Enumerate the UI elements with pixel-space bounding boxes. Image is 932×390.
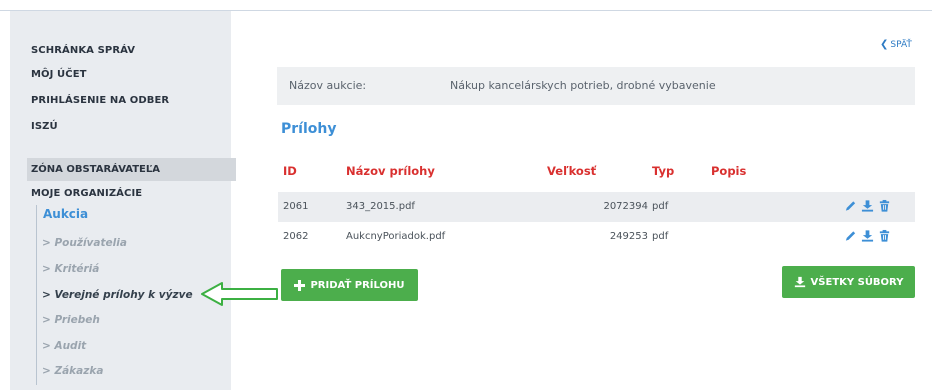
back-label: SPÄŤ xyxy=(890,40,912,50)
cell-type: pdf xyxy=(652,201,669,212)
table-row: 2061 343_2015.pdf 2072394 pdf xyxy=(278,192,915,222)
cell-size: 2072394 xyxy=(603,201,648,212)
pencil-icon[interactable] xyxy=(844,229,857,243)
col-header-size: Veľkosť xyxy=(547,164,597,178)
trash-icon[interactable] xyxy=(878,229,891,243)
nav-inbox[interactable]: SCHRÁNKA SPRÁV xyxy=(31,45,135,56)
subnav-audit[interactable]: > Audit xyxy=(42,340,86,352)
download-icon xyxy=(794,276,805,288)
subnav-progress[interactable]: > Priebeh xyxy=(42,314,100,326)
back-link[interactable]: ❮ SPÄŤ xyxy=(880,39,912,50)
col-header-id: ID xyxy=(283,164,297,178)
subnav-contract[interactable]: > Zákazka xyxy=(42,365,103,377)
auction-name-value: Nákup kancelárskych potrieb, drobné vyba… xyxy=(450,79,716,92)
subnav-public-attachments[interactable]: > Verejné prílohy k výzve xyxy=(42,289,193,301)
auction-info: Názov aukcie: Nákup kancelárskych potrie… xyxy=(277,67,915,105)
nav-contracting-zone[interactable]: ZÓNA OBSTARÁVATEĽA xyxy=(27,158,236,181)
pointer-arrow-icon xyxy=(201,282,278,306)
nav-auction[interactable]: Aukcia xyxy=(43,207,88,221)
nav-contracting-zone-label: ZÓNA OBSTARÁVATEĽA xyxy=(31,164,160,175)
auction-name-label: Názov aukcie: xyxy=(289,79,367,92)
cell-name: 343_2015.pdf xyxy=(346,201,415,212)
nav-subscription[interactable]: PRIHLÁSENIE NA ODBER xyxy=(31,95,169,106)
sidebar xyxy=(10,11,231,390)
add-attachment-button[interactable]: PRIDAŤ PRÍLOHU xyxy=(281,269,418,301)
col-header-name: Názov prílohy xyxy=(346,164,435,178)
plus-icon xyxy=(294,279,306,291)
pencil-icon[interactable] xyxy=(844,199,857,213)
trash-icon[interactable] xyxy=(878,199,891,213)
subnav-criteria[interactable]: > Kritériá xyxy=(42,263,99,275)
cell-type: pdf xyxy=(652,231,669,242)
col-header-desc: Popis xyxy=(711,164,747,178)
table-row: 2062 AukcnyPoriadok.pdf 249253 pdf xyxy=(278,222,915,252)
section-title: Prílohy xyxy=(281,121,337,137)
subnav-line xyxy=(36,205,37,385)
subnav-users[interactable]: > Používatelia xyxy=(42,237,127,249)
chevron-left-icon: ❮ xyxy=(880,39,889,50)
col-header-type: Typ xyxy=(652,164,675,178)
cell-size: 249253 xyxy=(609,231,648,242)
nav-iszu[interactable]: ISZÚ xyxy=(31,121,58,132)
download-icon[interactable] xyxy=(861,229,874,243)
download-all-label: VŠETKY SÚBORY xyxy=(810,276,904,288)
add-attachment-label: PRIDAŤ PRÍLOHU xyxy=(310,279,405,291)
cell-id: 2062 xyxy=(283,231,309,242)
nav-my-account[interactable]: MÔJ ÚČET xyxy=(31,69,87,80)
download-icon[interactable] xyxy=(861,199,874,213)
cell-name: AukcnyPoriadok.pdf xyxy=(346,231,446,242)
cell-id: 2061 xyxy=(283,201,309,212)
download-all-button[interactable]: VŠETKY SÚBORY xyxy=(782,266,915,298)
nav-my-organizations[interactable]: MOJE ORGANIZÁCIE xyxy=(31,188,142,199)
